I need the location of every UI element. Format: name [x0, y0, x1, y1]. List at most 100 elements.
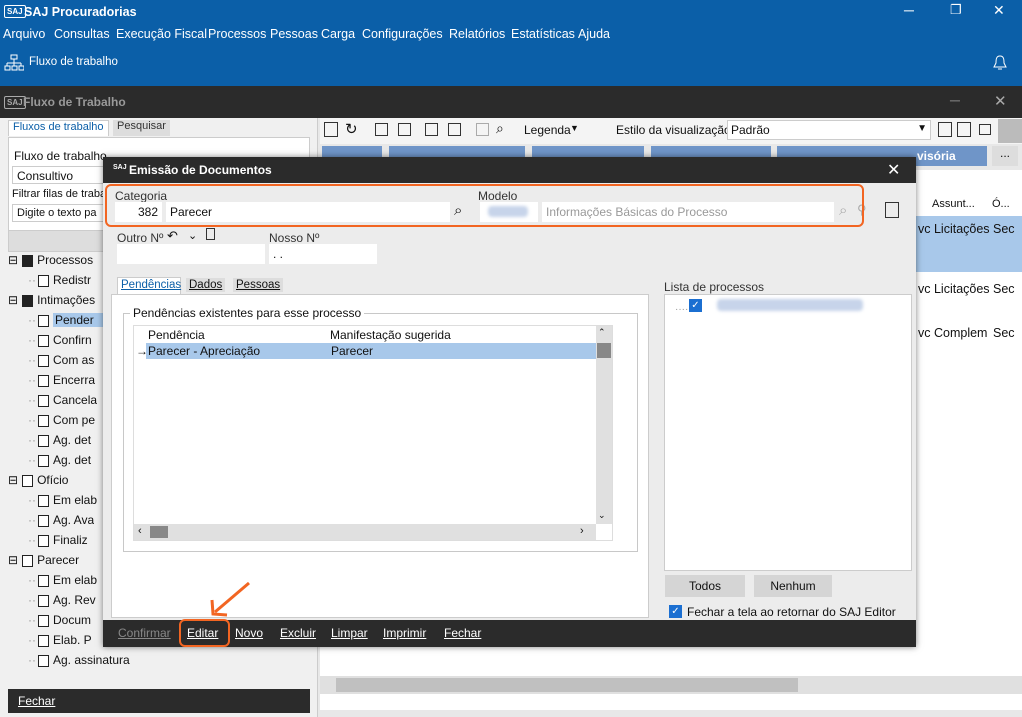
minimize-button[interactable]: ─	[904, 2, 914, 18]
collapse-icon[interactable]: ⊟	[8, 253, 18, 267]
tree-item[interactable]: ⊟ Intimações	[8, 293, 95, 313]
todos-button[interactable]: Todos	[665, 575, 745, 597]
tree-item[interactable]: ·· Encerra	[28, 373, 95, 393]
fechar-button[interactable]: Fechar	[444, 626, 481, 640]
tree-item[interactable]: ·· Redistr	[28, 273, 91, 293]
collapse-icon[interactable]: ⊟	[8, 293, 18, 307]
preview-icon[interactable]	[885, 202, 899, 218]
novo-button[interactable]: Novo	[235, 626, 263, 640]
filtrar-input[interactable]: Digite o texto pa	[12, 204, 107, 222]
tree-item[interactable]: ⊟ Parecer	[8, 553, 79, 573]
collapse-icon[interactable]: ⊟	[8, 473, 18, 487]
close-button[interactable]: ✕	[993, 2, 1005, 19]
confirmar-button[interactable]: Confirmar	[118, 626, 171, 640]
outro-input[interactable]	[117, 244, 265, 264]
menu-estatisticas[interactable]: Estatísticas	[511, 27, 575, 41]
tab-pessoas[interactable]: Pessoas	[233, 278, 284, 292]
table-row[interactable]: Parecer - Apreciação Parecer	[146, 343, 596, 359]
tree-item[interactable]: ·· Pender	[28, 313, 104, 333]
process-checkbox[interactable]: ✓	[689, 299, 702, 312]
tab-pesquisar[interactable]: Pesquisar	[113, 120, 170, 136]
save-icon[interactable]	[448, 123, 461, 136]
scroll-down-icon[interactable]: ⌄	[598, 510, 606, 521]
menu-ajuda[interactable]: Ajuda	[578, 27, 610, 41]
search-doc-icon[interactable]: ⌕	[496, 120, 504, 137]
clipboard-icon[interactable]	[206, 228, 215, 240]
menu-processos[interactable]: Processos	[208, 27, 266, 41]
tree-item[interactable]: ·· Confirn	[28, 333, 92, 353]
doc-icon	[38, 514, 49, 527]
nosso-input[interactable]: . .	[269, 244, 377, 264]
scroll-thumb[interactable]	[597, 343, 611, 358]
refresh-icon[interactable]: ↻	[345, 120, 358, 138]
restore-button[interactable]: ❐	[950, 2, 962, 18]
scroll-left-icon[interactable]: ‹	[138, 525, 142, 537]
workflow-button[interactable]: Fluxo de trabalho	[29, 56, 118, 68]
inner-minimize-button[interactable]: ─	[950, 92, 960, 108]
tab-pendencias[interactable]: Pendências	[117, 277, 181, 294]
tree-item[interactable]: ·· Ag. Rev	[28, 593, 96, 613]
copy-icon[interactable]	[398, 123, 411, 136]
view-icon[interactable]	[938, 122, 952, 137]
tree-item[interactable]: ·· Com pe	[28, 413, 95, 433]
limpar-button[interactable]: Limpar	[331, 626, 368, 640]
tree-item[interactable]: ·· Elab. P	[28, 633, 92, 653]
columns-icon[interactable]	[979, 124, 991, 135]
tree-item[interactable]: ·· Ag. det	[28, 433, 91, 453]
menu-consultas[interactable]: Consultas	[54, 27, 110, 41]
col-pendencia[interactable]: Pendência	[148, 328, 205, 342]
tree-item-label: Com pe	[53, 413, 96, 427]
tab-dados[interactable]: Dados	[186, 278, 226, 292]
menu-relatorios[interactable]: Relatórios	[449, 27, 505, 41]
table-hscrollbar[interactable]: ‹ ›	[134, 524, 596, 540]
tree-item[interactable]: ·· Docum	[28, 613, 91, 633]
more-tabs-button[interactable]: ...	[992, 146, 1018, 166]
menu-arquivo[interactable]: Arquivo	[3, 27, 45, 41]
inner-close-button[interactable]: ✕	[994, 92, 1007, 110]
scroll-thumb[interactable]	[336, 678, 798, 692]
page-icon[interactable]	[324, 122, 338, 137]
scroll-up-icon[interactable]: ⌃	[598, 327, 606, 338]
grid-icon	[38, 534, 49, 547]
tree-item[interactable]: ⊟ Processos	[8, 253, 93, 273]
menu-carga[interactable]: Carga	[321, 27, 355, 41]
fechar-left-button[interactable]: Fechar	[18, 694, 55, 708]
fluxo-select[interactable]: Consultivo	[12, 166, 107, 184]
tree-item[interactable]: ·· Em elab	[28, 573, 97, 593]
nenhum-button[interactable]: Nenhum	[754, 575, 832, 597]
estilo-select[interactable]: Padrão ▼	[727, 120, 931, 140]
grid-icon[interactable]	[957, 122, 971, 137]
bell-icon[interactable]	[992, 54, 1008, 72]
table-vscrollbar[interactable]: ⌃ ⌄	[596, 326, 612, 524]
tree-item[interactable]: ·· Cancela	[28, 393, 97, 413]
col-manifestacao[interactable]: Manifestação sugerida	[330, 328, 451, 342]
excluir-button[interactable]: Excluir	[280, 626, 316, 640]
tab-fluxos[interactable]: Fluxos de trabalho	[8, 120, 109, 136]
tree-item[interactable]: ·· Ag. assinatura	[28, 653, 130, 673]
scroll-right-icon[interactable]: ›	[580, 525, 584, 537]
imprimir-button[interactable]: Imprimir	[383, 626, 426, 640]
legenda-button[interactable]: Legenda	[524, 123, 571, 137]
collapse-icon[interactable]: ⊟	[8, 553, 18, 567]
tree-item[interactable]: ·· Finaliz	[28, 533, 88, 553]
check-list-icon[interactable]	[375, 123, 388, 136]
grid-hscrollbar[interactable]	[320, 676, 1022, 694]
undo-icon[interactable]: ↶	[167, 228, 178, 244]
filter-active-icon[interactable]	[998, 119, 1022, 143]
scroll-thumb[interactable]	[150, 526, 168, 538]
tree-item[interactable]: ·· Em elab	[28, 493, 97, 513]
menu-pessoas[interactable]: Pessoas	[270, 27, 318, 41]
chevron-down-icon[interactable]: ⌄	[188, 229, 197, 242]
menu-execucao-fiscal[interactable]: Execução Fiscal	[116, 27, 207, 41]
col-o[interactable]: Ó...	[992, 198, 1010, 210]
col-assunto[interactable]: Assunt...	[932, 198, 975, 210]
fechar-checkbox[interactable]: ✓	[669, 605, 682, 618]
tree-item[interactable]: ⊟ Ofício	[8, 473, 68, 493]
print-icon[interactable]	[425, 123, 438, 136]
tree-item[interactable]: ·· Com as	[28, 353, 94, 373]
tree-item[interactable]: ·· Ag. det	[28, 453, 91, 473]
tree-item[interactable]: ·· Ag. Ava	[28, 513, 94, 533]
menu-configuracoes[interactable]: Configurações	[362, 27, 443, 41]
dialog-close-icon[interactable]: ✕	[887, 160, 900, 180]
left-bottom-bar: Fechar	[8, 689, 310, 713]
